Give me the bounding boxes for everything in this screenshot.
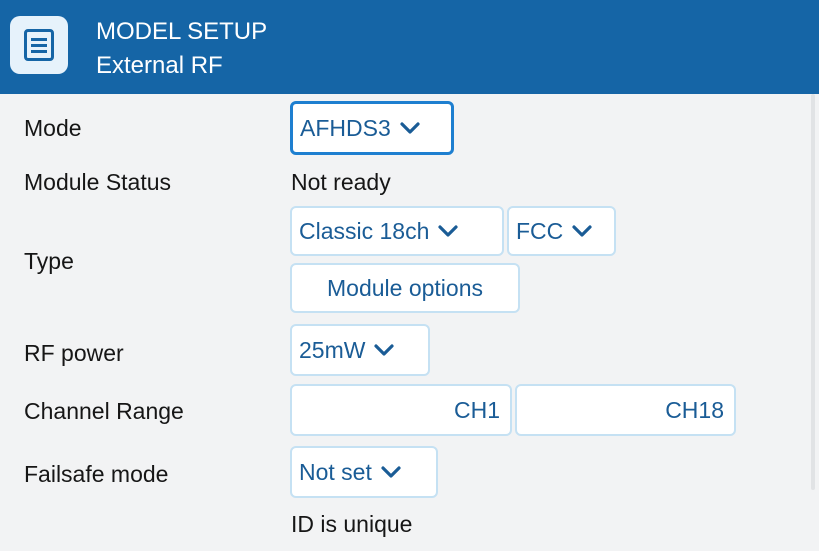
page-title: MODEL SETUP (96, 18, 268, 45)
module-options-label: Module options (327, 274, 483, 301)
channel-start-field[interactable]: CH1 (290, 384, 512, 436)
mode-value: AFHDS3 (300, 114, 391, 141)
page-subtitle: External RF (96, 52, 223, 79)
region-select[interactable]: FCC (507, 206, 616, 256)
failsafe-label: Failsafe mode (24, 461, 169, 487)
settings-panel: Mode AFHDS3 Module Status Not ready Type… (0, 94, 819, 551)
chevron-down-icon (374, 344, 395, 356)
chevron-down-icon (400, 122, 420, 134)
chevron-down-icon (381, 466, 401, 478)
rf-power-label: RF power (24, 340, 124, 366)
mode-select[interactable]: AFHDS3 (290, 101, 454, 155)
mode-label: Mode (24, 115, 82, 141)
failsafe-select[interactable]: Not set (290, 446, 438, 498)
failsafe-value: Not set (299, 458, 372, 485)
protocol-select[interactable]: Classic 18ch (290, 206, 504, 256)
module-status-label: Module Status (24, 169, 172, 195)
channel-end-field[interactable]: CH18 (515, 384, 736, 436)
id-status-text: ID is unique (291, 511, 413, 537)
title-bar: MODEL SETUP External RF (0, 0, 819, 94)
module-options-button[interactable]: Module options (290, 263, 520, 313)
rf-power-value: 25mW (299, 336, 366, 363)
chevron-down-icon (438, 225, 458, 237)
type-label: Type (24, 248, 74, 274)
channel-range-label: Channel Range (24, 398, 184, 424)
menu-icon (24, 29, 54, 61)
menu-button[interactable] (10, 16, 68, 74)
channel-end-value: CH18 (665, 396, 724, 423)
module-status-value: Not ready (291, 169, 391, 195)
channel-start-value: CH1 (453, 396, 500, 423)
rf-power-select[interactable]: 25mW (290, 324, 430, 376)
region-value: FCC (516, 217, 564, 244)
chevron-down-icon (572, 225, 592, 237)
protocol-value: Classic 18ch (299, 217, 430, 244)
